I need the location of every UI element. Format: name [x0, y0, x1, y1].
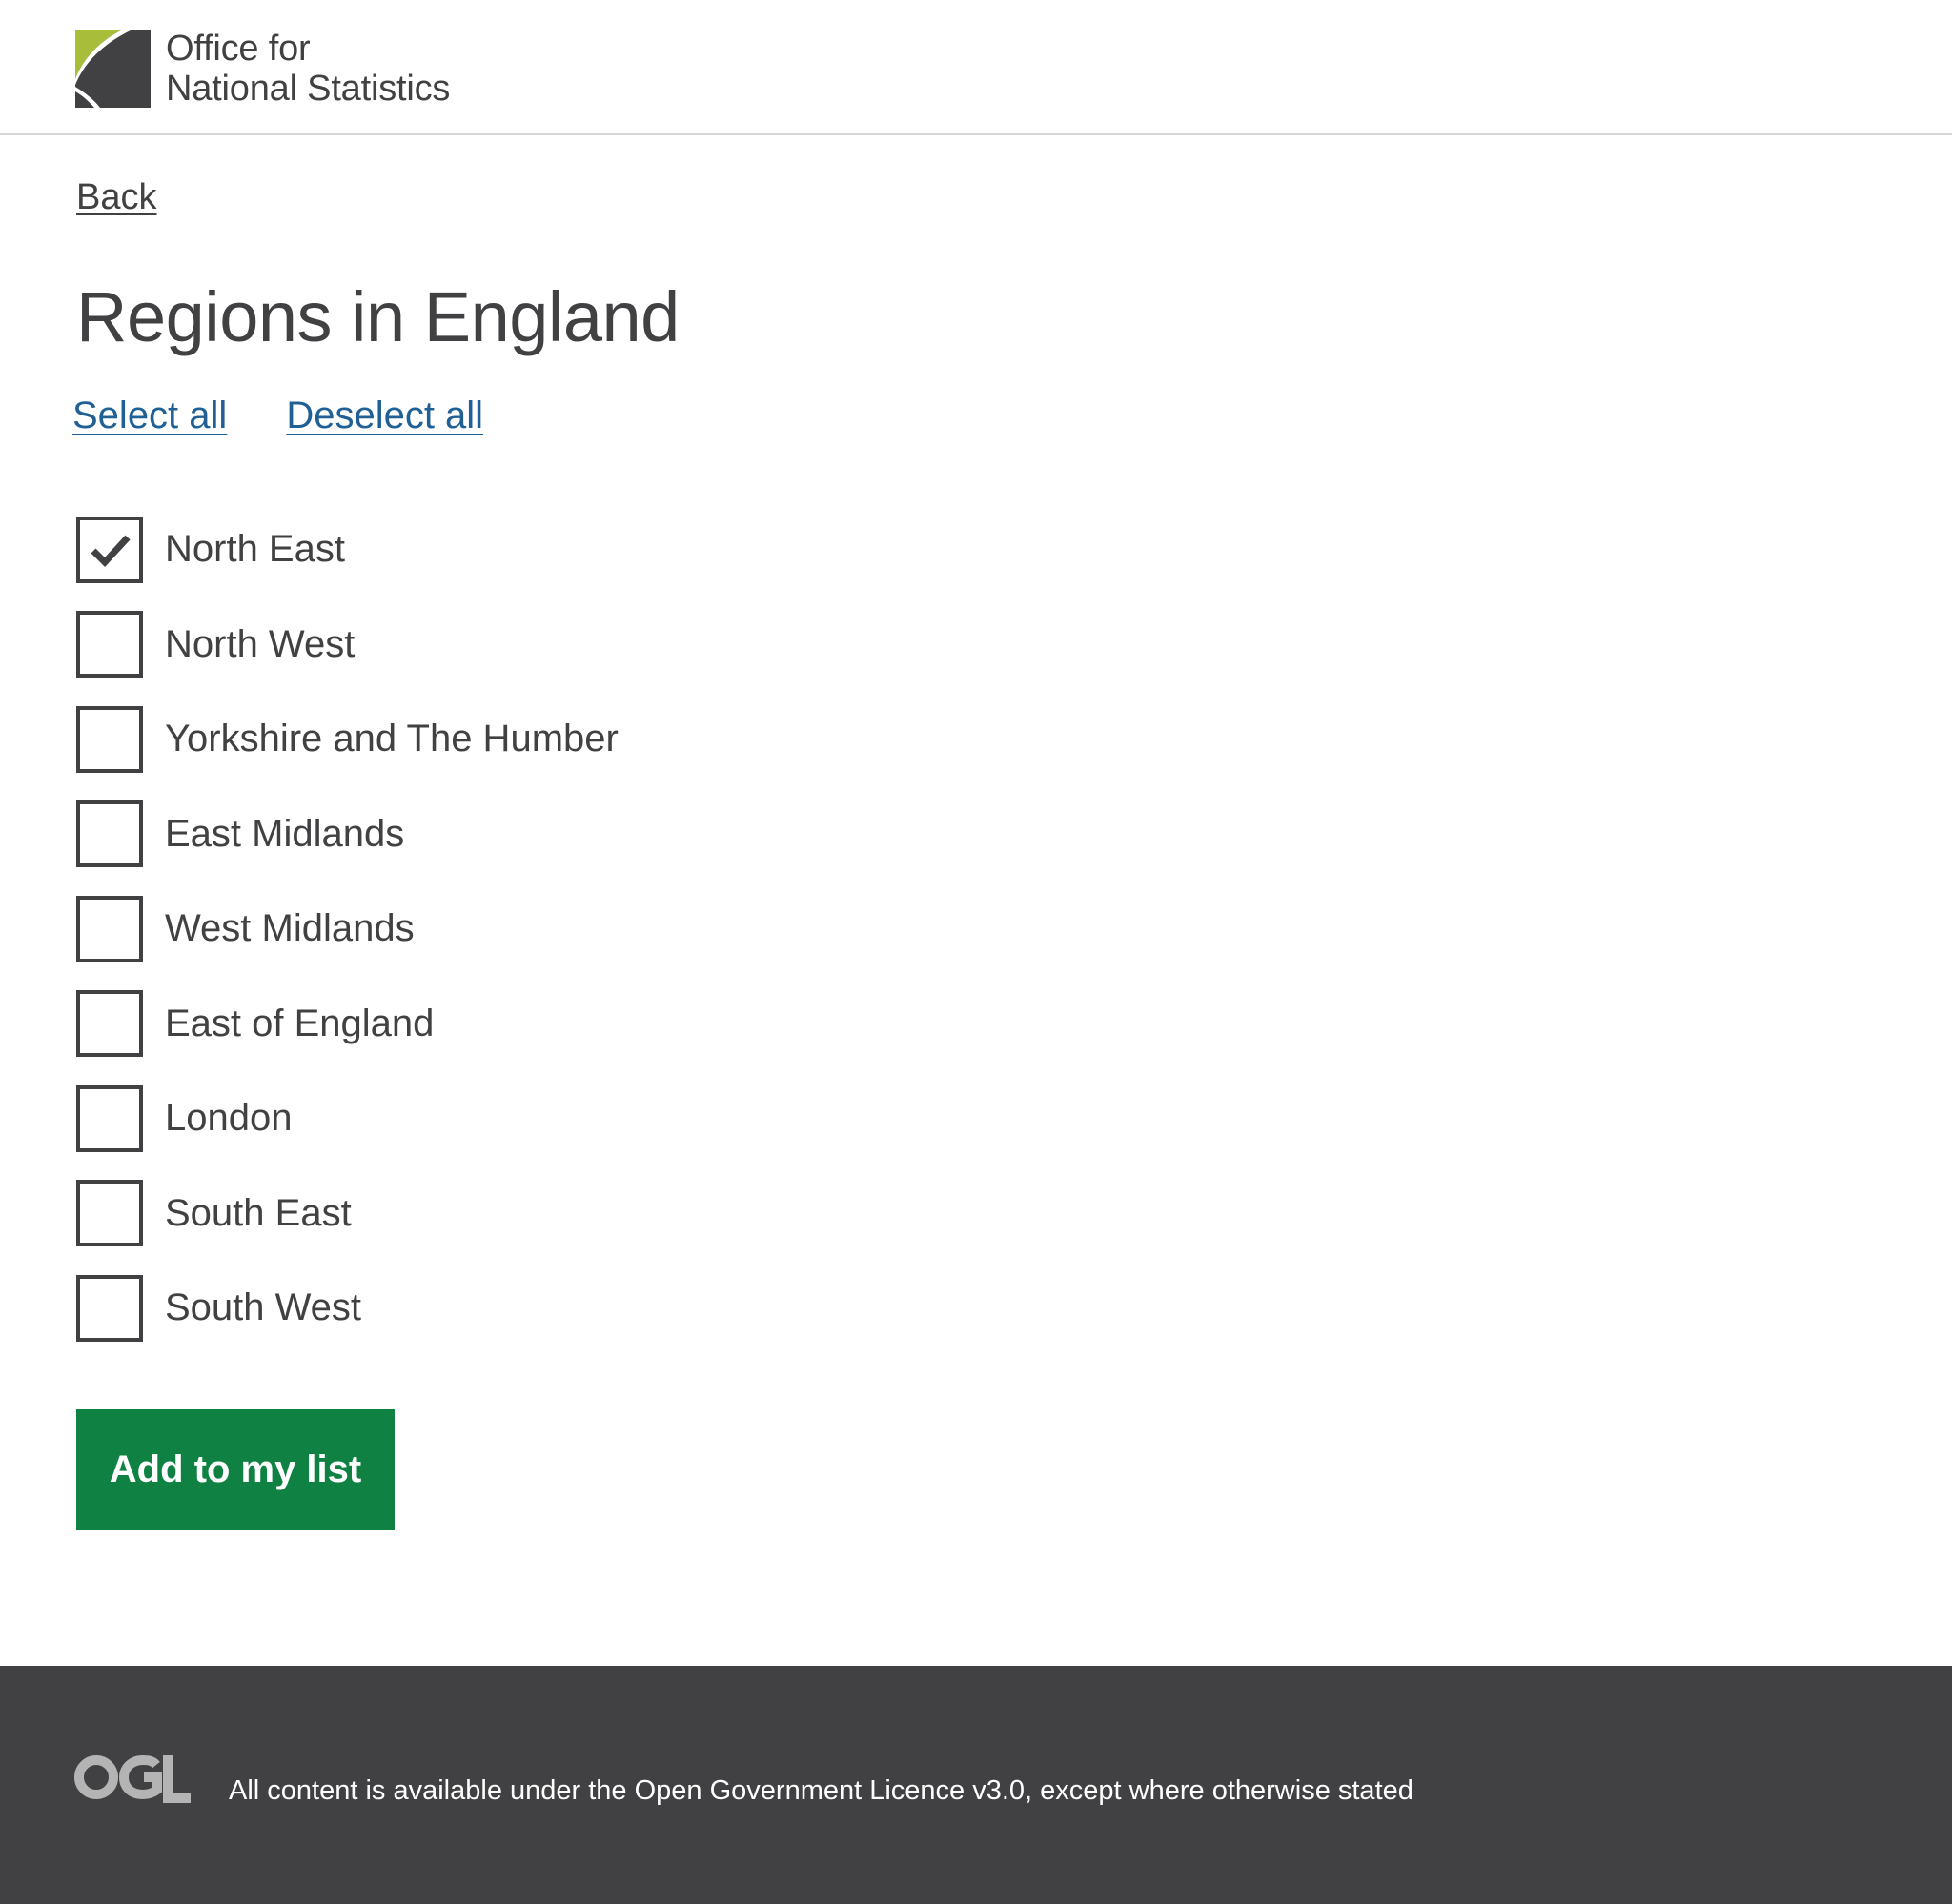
checkbox-label: East Midlands: [165, 812, 405, 855]
logo-line-office: Office for: [166, 29, 311, 69]
checkbox[interactable]: [76, 1180, 143, 1247]
checkbox-label: North West: [165, 622, 356, 665]
ogl-logo-icon: [74, 1754, 191, 1803]
checkmark-icon: [91, 535, 131, 567]
checkbox[interactable]: [76, 611, 143, 679]
checkbox-label: East of England: [165, 1002, 435, 1044]
select-links: Select all Deselect all: [72, 395, 483, 437]
region-checkbox-south-west[interactable]: South West: [76, 1261, 619, 1356]
checkbox-label: South East: [165, 1191, 352, 1234]
checkbox[interactable]: [76, 990, 143, 1058]
checkbox-label: London: [165, 1097, 293, 1140]
checkbox[interactable]: [76, 800, 143, 868]
page: Office for National Statistics Back Regi…: [0, 0, 1952, 1904]
add-to-my-list-button[interactable]: Add to my list: [76, 1409, 395, 1530]
deselect-all-link[interactable]: Deselect all: [286, 395, 483, 437]
region-checkbox-east-of-england[interactable]: East of England: [76, 977, 619, 1072]
region-checkbox-north-east[interactable]: North East: [76, 502, 619, 598]
licence-text: All content is available under the Open …: [229, 1775, 1413, 1806]
checkbox-label: West Midlands: [165, 907, 415, 950]
checkbox-label: South West: [165, 1286, 362, 1329]
checkbox[interactable]: [76, 895, 143, 962]
back-link[interactable]: Back: [76, 177, 156, 218]
checkbox-label: Yorkshire and The Humber: [165, 718, 619, 760]
region-checkbox-south-east[interactable]: South East: [76, 1166, 619, 1262]
ons-logo-icon: [75, 30, 151, 108]
checkbox[interactable]: [76, 516, 143, 583]
region-checkbox-yorkshire-and-the-humber[interactable]: Yorkshire and The Humber: [76, 692, 619, 787]
site-header: Office for National Statistics: [0, 0, 1952, 135]
checkbox[interactable]: [76, 705, 143, 773]
select-all-link[interactable]: Select all: [72, 395, 227, 437]
logo-line-national-statistics: National Statistics: [166, 69, 451, 109]
checkbox[interactable]: [76, 1084, 143, 1152]
checkbox-label: North East: [165, 528, 345, 571]
regions-checkbox-list: North East North West Yorkshire and The …: [76, 502, 619, 1356]
region-checkbox-north-west[interactable]: North West: [76, 598, 619, 693]
checkbox[interactable]: [76, 1274, 143, 1342]
ons-logo-link[interactable]: Office for National Statistics: [75, 30, 450, 108]
logo-text: Office for National Statistics: [166, 30, 450, 107]
region-checkbox-london[interactable]: London: [76, 1071, 619, 1166]
region-checkbox-west-midlands[interactable]: West Midlands: [76, 881, 619, 977]
page-title: Regions in England: [76, 277, 680, 356]
region-checkbox-east-midlands[interactable]: East Midlands: [76, 787, 619, 882]
